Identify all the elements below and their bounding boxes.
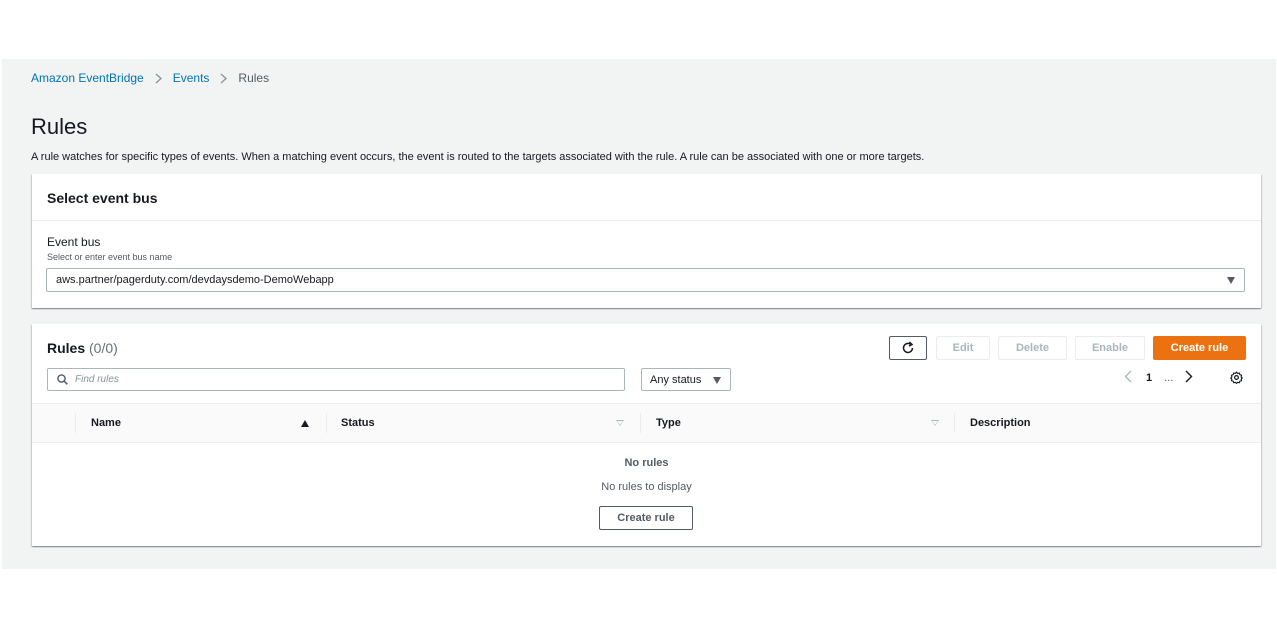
refresh-button[interactable] — [889, 336, 927, 360]
column-header-name[interactable]: Name — [91, 417, 121, 429]
pagination: 1 ... — [1124, 370, 1193, 386]
chevron-right-icon — [220, 73, 228, 84]
column-divider — [954, 413, 955, 433]
column-header-status[interactable]: Status — [341, 417, 375, 429]
edit-button[interactable]: Edit — [936, 336, 990, 360]
sort-desc-icon[interactable] — [931, 420, 939, 426]
chevron-left-icon[interactable] — [1124, 370, 1132, 386]
rules-count: (0/0) — [89, 340, 118, 356]
column-divider — [640, 413, 641, 433]
breadcrumb-events[interactable]: Events — [173, 71, 210, 85]
sort-desc-icon[interactable] — [616, 420, 624, 426]
rules-panel-title: Rules (0/0) — [47, 340, 118, 356]
page-ellipsis: ... — [1164, 372, 1174, 384]
gear-icon[interactable] — [1229, 371, 1244, 389]
page-title: Rules — [31, 114, 88, 139]
breadcrumb-current: Rules — [238, 71, 270, 85]
event-bus-value: aws.partner/pagerduty.com/devdaysdemo-De… — [56, 274, 334, 286]
find-rules-input[interactable]: Find rules — [47, 368, 625, 391]
breadcrumb-eventbridge[interactable]: Amazon EventBridge — [31, 71, 144, 85]
page-description: A rule watches for specific types of eve… — [31, 151, 925, 163]
page-container: Amazon EventBridge Events Rules Rules A … — [2, 59, 1276, 569]
caret-down-icon — [713, 377, 721, 384]
create-rule-button[interactable]: Create rule — [1153, 336, 1246, 360]
empty-state-title: No rules — [624, 457, 669, 469]
event-bus-label: Event bus — [47, 235, 101, 249]
rules-table-header: Name Status Type Description — [32, 403, 1261, 443]
status-filter-value: Any status — [650, 374, 702, 386]
column-divider — [326, 413, 327, 433]
page-number[interactable]: 1 — [1146, 372, 1152, 384]
column-header-description[interactable]: Description — [970, 417, 1031, 429]
column-header-type[interactable]: Type — [656, 417, 681, 429]
rules-panel: Rules (0/0) Edit Delete Enable Create ru… — [32, 324, 1261, 546]
empty-create-rule-button[interactable]: Create rule — [599, 506, 693, 530]
search-icon — [57, 374, 68, 385]
column-divider — [75, 413, 76, 433]
delete-button[interactable]: Delete — [998, 336, 1067, 360]
chevron-right-icon — [155, 73, 162, 84]
refresh-icon — [902, 341, 914, 354]
enable-button[interactable]: Enable — [1075, 336, 1145, 360]
event-bus-select[interactable]: aws.partner/pagerduty.com/devdaysdemo-De… — [46, 268, 1245, 292]
find-rules-placeholder: Find rules — [75, 374, 119, 385]
rules-title-text: Rules — [47, 340, 86, 356]
event-bus-panel-header: Select event bus — [32, 174, 1261, 221]
empty-state-subtitle: No rules to display — [601, 481, 692, 493]
sort-asc-icon[interactable] — [301, 420, 309, 427]
status-filter-select[interactable]: Any status — [641, 368, 731, 391]
chevron-right-icon[interactable] — [1185, 370, 1193, 386]
breadcrumb: Amazon EventBridge Events Rules — [31, 71, 269, 85]
event-bus-panel: Select event bus Event bus Select or ent… — [32, 174, 1261, 308]
caret-down-icon — [1227, 277, 1235, 284]
event-bus-sublabel: Select or enter event bus name — [47, 252, 173, 262]
